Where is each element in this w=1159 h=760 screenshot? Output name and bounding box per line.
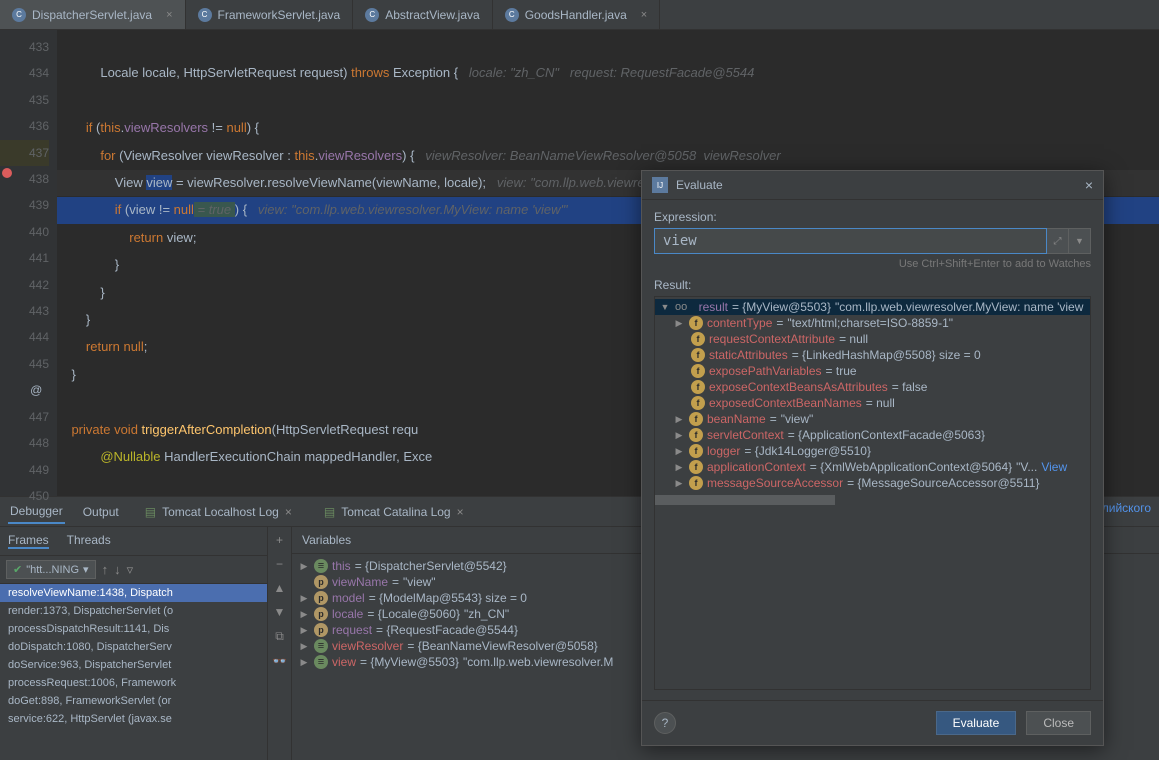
close-icon[interactable]: × [641,9,647,21]
tab-framework[interactable]: C FrameworkServlet.java [186,0,354,29]
field-icon: f [691,364,705,378]
tab-label: DispatcherServlet.java [32,8,152,22]
tomcat-catalina-tab[interactable]: ▤Tomcat Catalina Log× [316,505,472,519]
frame-item[interactable]: doDispatch:1080, DispatcherServ [0,638,267,656]
thread-selector[interactable]: ✔"htt...NING▾ [6,560,96,579]
expand-icon[interactable]: ▶ [673,430,685,441]
check-icon: ✔ [13,563,22,576]
frame-item[interactable]: render:1373, DispatcherServlet (o [0,602,267,620]
tab-abstractview[interactable]: C AbstractView.java [353,0,493,29]
scrollbar-thumb[interactable] [655,495,835,505]
gutter: 433434435436437438439440441442443444445@… [0,30,57,496]
param-icon: p [314,623,328,637]
input-hint: Use Ctrl+Shift+Enter to add to Watches [654,258,1091,270]
field-icon: f [691,348,705,362]
dialog-titlebar[interactable]: IJ Evaluate × [642,171,1103,200]
close-icon[interactable]: × [1085,177,1093,193]
glasses-icon[interactable]: 👓 [272,654,287,668]
field-icon: f [691,380,705,394]
frame-item[interactable]: processDispatchResult:1141, Dis [0,620,267,638]
object-icon: ≡ [314,559,328,573]
chevron-down-icon[interactable]: ▼ [1069,228,1091,254]
tomcat-localhost-tab[interactable]: ▤Tomcat Localhost Log× [137,505,300,519]
java-class-icon: C [365,8,379,22]
tab-dispatcher[interactable]: C DispatcherServlet.java × [0,0,186,29]
remove-icon[interactable]: − [276,557,283,571]
tab-goodshandler[interactable]: C GoodsHandler.java × [493,0,661,29]
expand-icon[interactable]: ▶ [673,318,685,329]
up-icon[interactable]: ▲ [274,581,286,595]
next-frame-icon[interactable]: ↓ [114,562,121,577]
log-icon: ▤ [324,505,335,519]
frame-item[interactable]: doGet:898, FrameworkServlet (or [0,692,267,710]
frame-item[interactable]: resolveViewName:1438, Dispatch [0,584,267,602]
expand-icon[interactable]: ▶ [673,462,685,473]
tab-label: GoodsHandler.java [525,8,627,22]
java-class-icon: C [12,8,26,22]
evaluate-dialog: IJ Evaluate × Expression: ⤢ ▼ Use Ctrl+S… [641,170,1104,746]
param-icon: p [314,607,328,621]
close-icon[interactable]: × [166,9,172,21]
help-button[interactable]: ? [654,712,676,734]
object-icon: ≡ [314,639,328,653]
close-icon[interactable]: × [285,505,292,519]
chevron-down-icon: ▾ [83,563,89,576]
collapse-icon[interactable]: ▼ [659,302,671,312]
tab-label: FrameworkServlet.java [218,8,341,22]
frame-item[interactable]: service:622, HttpServlet (javax.se [0,710,267,728]
down-icon[interactable]: ▼ [274,605,286,619]
prev-frame-icon[interactable]: ↑ [102,562,109,577]
threads-subtab[interactable]: Threads [67,533,111,549]
expand-icon[interactable]: ▶ [298,625,310,636]
expression-input[interactable] [654,228,1047,254]
param-icon: p [314,575,328,589]
field-icon: f [689,476,703,490]
expand-icon[interactable]: ▶ [673,478,685,489]
result-tree[interactable]: ▼oo result = {MyView@5503} "com.llp.web.… [654,296,1091,690]
expand-icon[interactable]: ▶ [673,414,685,425]
horizontal-scrollbar[interactable] [655,495,1090,505]
tab-label: AbstractView.java [385,8,480,22]
expand-icon[interactable]: ⤢ [1047,228,1069,254]
expand-icon[interactable]: ▶ [298,593,310,604]
log-icon: ▤ [145,505,156,519]
frame-list[interactable]: resolveViewName:1438, Dispatch render:13… [0,584,267,760]
field-icon: f [691,332,705,346]
editor-tabs: C DispatcherServlet.java × C FrameworkServl… [0,0,1159,30]
expression-label: Expression: [654,210,1091,224]
java-class-icon: C [198,8,212,22]
field-icon: f [689,428,703,442]
frame-item[interactable]: processRequest:1006, Framework [0,674,267,692]
close-icon[interactable]: × [457,505,464,519]
field-icon: f [689,316,703,330]
frames-column: Frames Threads ✔"htt...NING▾ ↑ ↓ ▿ resol… [0,527,268,760]
result-label: Result: [654,278,1091,292]
param-icon: p [314,591,328,605]
evaluate-button[interactable]: Evaluate [936,711,1017,735]
filter-icon[interactable]: ▿ [127,562,134,578]
expand-icon[interactable]: ▶ [298,609,310,620]
output-tab[interactable]: Output [81,501,121,523]
field-icon: f [689,412,703,426]
field-icon: f [691,396,705,410]
expand-icon[interactable]: ▶ [673,446,685,457]
close-button[interactable]: Close [1026,711,1091,735]
breakpoint-icon[interactable] [2,168,12,178]
add-icon[interactable]: + [276,533,283,547]
intellij-icon: IJ [652,177,668,193]
expand-icon[interactable]: ▶ [298,657,310,668]
frame-item[interactable]: doService:963, DispatcherServlet [0,656,267,674]
copy-icon[interactable]: ⧉ [275,629,284,644]
expand-icon[interactable]: ▶ [298,561,310,572]
frames-subtab[interactable]: Frames [8,533,49,549]
expand-icon[interactable]: ▶ [298,641,310,652]
field-icon: f [689,444,703,458]
java-class-icon: C [505,8,519,22]
dialog-title: Evaluate [676,178,723,192]
object-icon: ≡ [314,655,328,669]
field-icon: f [689,460,703,474]
